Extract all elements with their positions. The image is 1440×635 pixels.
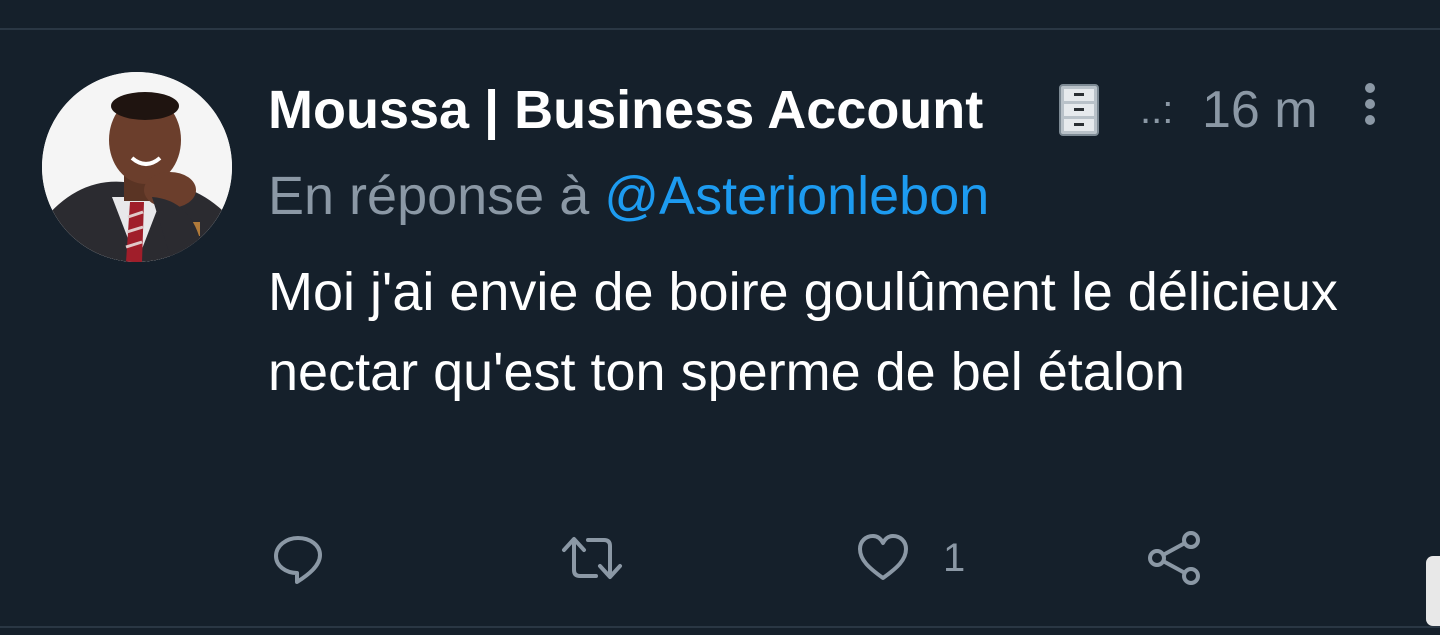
top-divider [0,28,1440,30]
more-options-icon[interactable] [1352,80,1388,128]
reply-prefix: En réponse à [268,166,605,226]
tweet-timestamp[interactable]: 16 m [1202,78,1318,142]
comment-icon [270,530,326,586]
heart-icon [855,530,911,586]
retweet-icon [560,530,624,586]
timestamp-separator: ..: [1140,88,1174,132]
retweet-button[interactable] [560,530,624,586]
like-button[interactable]: 1 [855,530,965,586]
tweet-text: Moi j'ai envie de boire goulûment le dél… [268,262,1338,402]
avatar[interactable] [42,72,232,262]
reply-button[interactable] [270,530,326,586]
share-button[interactable] [1145,530,1205,586]
author-name[interactable]: Moussa | Business Account [268,78,983,142]
reply-context: En réponse à @Asterionlebon [268,164,989,228]
bottom-divider [0,626,1440,628]
share-icon [1145,530,1205,586]
tweet-screen: Moussa | Business Account ..: 16 m En ré… [0,0,1440,635]
scrollbar-thumb[interactable] [1426,556,1440,626]
reply-handle-link[interactable]: @Asterionlebon [604,166,989,226]
like-count: 1 [943,536,966,580]
file-cabinet-icon [1054,83,1104,137]
